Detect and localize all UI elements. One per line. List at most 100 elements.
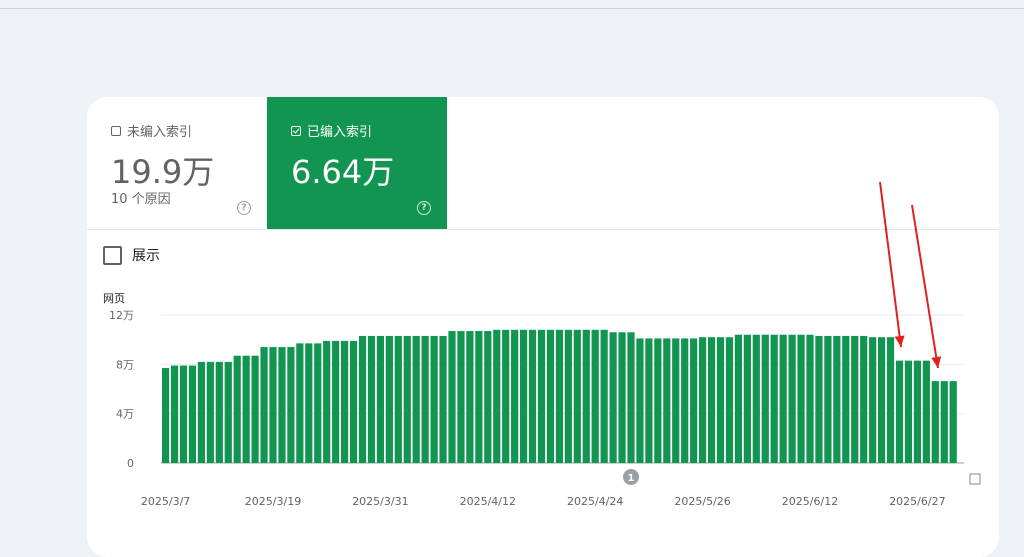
bar bbox=[895, 360, 904, 463]
bar bbox=[528, 329, 537, 463]
bar bbox=[224, 361, 232, 463]
bar bbox=[358, 335, 367, 463]
bar bbox=[582, 329, 590, 463]
bar bbox=[922, 360, 930, 463]
bar bbox=[349, 340, 358, 463]
bar bbox=[197, 361, 205, 463]
x-tick-label: 2025/5/26 bbox=[674, 495, 730, 508]
indexed-pages-chart: 网页 12万 8万 4万 0 2025/3/7 2025/3/19 2025/3/31 2025… bbox=[103, 181, 981, 508]
bar bbox=[725, 337, 734, 463]
arrow-annotation-head bbox=[894, 335, 905, 347]
x-tick-label: 2025/3/31 bbox=[352, 495, 408, 508]
arrow-annotation bbox=[879, 181, 902, 348]
bar bbox=[555, 329, 563, 463]
bar bbox=[537, 329, 546, 463]
bar bbox=[645, 338, 653, 463]
bar bbox=[815, 335, 823, 463]
bar bbox=[609, 332, 617, 463]
bar bbox=[940, 381, 948, 463]
bar bbox=[260, 347, 268, 463]
bar bbox=[734, 334, 742, 463]
bar bbox=[690, 338, 698, 463]
bar bbox=[618, 332, 626, 463]
bar bbox=[233, 355, 241, 463]
bar bbox=[179, 365, 188, 463]
bar bbox=[546, 329, 555, 463]
bar bbox=[699, 337, 707, 463]
bar bbox=[403, 335, 411, 463]
bar bbox=[341, 340, 349, 463]
bar bbox=[869, 337, 877, 463]
bar bbox=[833, 335, 841, 463]
arrow-annotation-head bbox=[931, 356, 942, 368]
bar bbox=[627, 332, 635, 463]
bar bbox=[314, 343, 322, 463]
bar bbox=[323, 340, 331, 463]
bar bbox=[707, 337, 716, 463]
bar bbox=[170, 365, 179, 463]
bar bbox=[206, 361, 214, 463]
bar bbox=[305, 343, 313, 463]
y-tick-label: 8万 bbox=[116, 358, 134, 371]
x-tick-label: 2025/4/12 bbox=[460, 495, 516, 508]
x-tick-label: 2025/6/27 bbox=[889, 495, 945, 508]
bar bbox=[511, 329, 519, 463]
y-tick-label: 12万 bbox=[109, 309, 134, 322]
bar bbox=[269, 347, 277, 463]
bar bbox=[448, 331, 456, 463]
bar bbox=[520, 329, 528, 463]
bar bbox=[332, 340, 340, 463]
x-tick-label: 2025/3/19 bbox=[245, 495, 301, 508]
bar bbox=[636, 338, 644, 463]
x-tick-label: 2025/6/12 bbox=[782, 495, 838, 508]
bar bbox=[242, 355, 250, 463]
arrow-annotation bbox=[911, 204, 939, 369]
bar bbox=[188, 365, 197, 463]
bar bbox=[860, 335, 868, 463]
index-coverage-card: 未编入索引 19.9万 10 个原因 ? 已编入索引 6.64万 ? 展示 网页… bbox=[87, 97, 999, 557]
bar bbox=[931, 381, 939, 463]
bar bbox=[824, 335, 832, 463]
bar bbox=[842, 335, 850, 463]
y-axis-title: 网页 bbox=[103, 292, 125, 305]
bar bbox=[502, 329, 510, 463]
bar bbox=[886, 337, 895, 463]
bar bbox=[278, 347, 286, 463]
bar bbox=[466, 331, 474, 463]
bar bbox=[779, 334, 787, 463]
bar bbox=[672, 338, 680, 463]
bar bbox=[788, 334, 796, 463]
bar bbox=[913, 360, 921, 463]
bar bbox=[296, 343, 304, 463]
bar bbox=[663, 338, 671, 463]
y-tick-label: 0 bbox=[127, 457, 134, 470]
bar bbox=[770, 334, 778, 463]
x-tick-label: 2025/4/24 bbox=[567, 495, 623, 508]
bar bbox=[430, 335, 438, 463]
bar bbox=[904, 360, 913, 463]
bar bbox=[564, 329, 572, 463]
bar bbox=[752, 334, 760, 463]
bar bbox=[394, 335, 402, 463]
bar bbox=[251, 355, 259, 463]
bar bbox=[376, 335, 384, 463]
top-divider bbox=[0, 8, 1024, 9]
bar bbox=[878, 337, 886, 463]
expand-icon bbox=[969, 473, 981, 485]
bar bbox=[654, 338, 662, 463]
bar bbox=[287, 347, 295, 463]
annotation-marker-label: 1 bbox=[628, 473, 635, 484]
bar bbox=[162, 368, 170, 463]
bar bbox=[851, 335, 859, 463]
bar bbox=[949, 381, 957, 463]
bar bbox=[412, 335, 420, 463]
bar bbox=[797, 334, 805, 463]
bar bbox=[681, 338, 689, 463]
bar bbox=[475, 331, 483, 463]
bar bbox=[716, 337, 725, 463]
bar bbox=[457, 331, 465, 463]
bar bbox=[367, 335, 376, 463]
bar bbox=[743, 334, 751, 463]
bar bbox=[493, 329, 501, 463]
bar bbox=[385, 335, 393, 463]
